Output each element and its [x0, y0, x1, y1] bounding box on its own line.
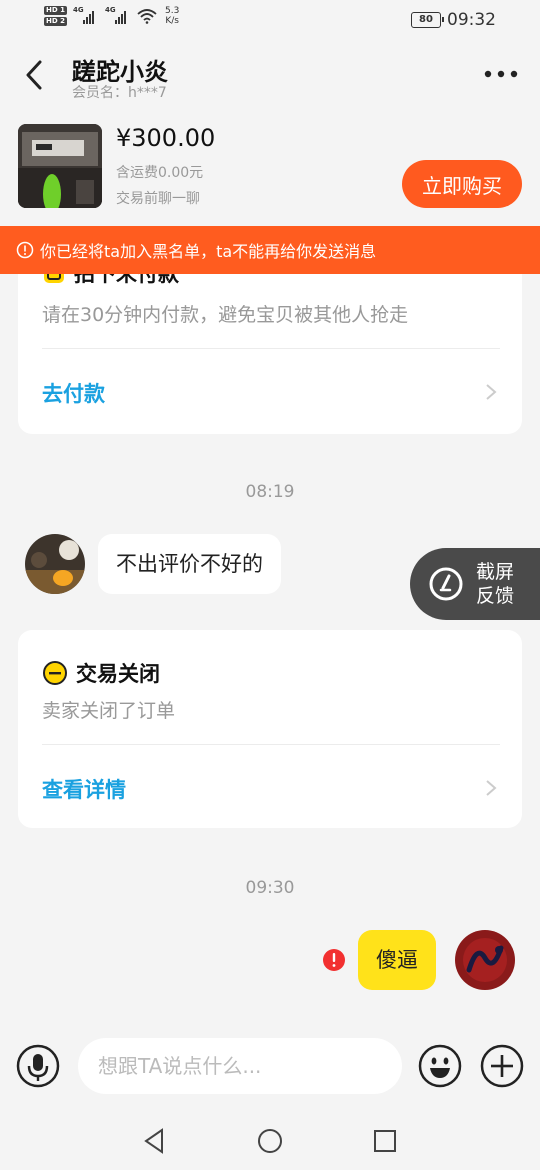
chat-header: 蹉跎小炎 会员名：h***7 — [0, 40, 540, 110]
banner-text: 你已经将ta加入黑名单，ta不能再给你发送消息 — [40, 242, 377, 261]
shipping-fee: 含运费0.00元 — [116, 165, 204, 181]
status-right: 80 09:32 — [411, 10, 496, 30]
feedback-icon — [429, 567, 463, 601]
emoji-icon[interactable] — [418, 1044, 462, 1088]
clock: 09:32 — [447, 10, 496, 30]
signal-icon-2: 4G — [105, 6, 131, 26]
more-options-icon[interactable] — [484, 70, 518, 78]
warning-icon — [16, 241, 34, 259]
card-description: 请在30分钟内付款，避免宝贝被其他人抢走 — [42, 304, 409, 326]
avatar-image — [25, 534, 85, 594]
hd-badges: HD 1 HD 2 — [44, 6, 67, 26]
back-arrow-icon[interactable] — [20, 58, 48, 92]
wifi-icon — [137, 9, 157, 24]
blocked-banner: 你已经将ta加入黑名单，ta不能再给你发送消息 — [0, 226, 540, 274]
trade-closed-card: 交易关闭 卖家关闭了订单 查看详情 — [18, 630, 522, 828]
battery-icon: 80 — [411, 12, 444, 28]
signal-icon: 4G — [73, 6, 99, 26]
network-speed: 5.3 K/s — [164, 6, 180, 26]
timestamp: 08:19 — [245, 482, 295, 502]
view-details-link[interactable]: 查看详情 — [42, 774, 126, 804]
product-thumbnail[interactable] — [18, 124, 102, 208]
nav-recents-icon[interactable] — [370, 1126, 400, 1156]
system-nav-bar — [0, 1110, 540, 1170]
add-icon[interactable] — [480, 1044, 524, 1088]
my-avatar[interactable] — [455, 930, 515, 990]
message-input-bar — [0, 1030, 540, 1110]
hd2-badge: HD 2 — [44, 17, 67, 26]
card-divider — [42, 348, 500, 349]
status-bar: HD 1 HD 2 4G 4G 5.3 K/s 80 09:32 — [0, 0, 540, 40]
seller-avatar[interactable] — [25, 534, 85, 594]
feedback-label: 截屏反馈 — [476, 561, 515, 607]
product-image — [18, 124, 102, 208]
product-price: ¥300.00 — [116, 124, 216, 152]
product-summary: ¥300.00 含运费0.00元 交易前聊一聊 立即购买 — [0, 118, 540, 226]
microphone-icon[interactable] — [16, 1044, 60, 1088]
chevron-right-icon — [486, 780, 497, 796]
avatar-image — [455, 930, 515, 990]
nav-back-icon[interactable] — [140, 1126, 170, 1156]
incoming-message[interactable]: 不出评价不好的 — [98, 534, 281, 594]
status-left: HD 1 HD 2 4G 4G 5.3 K/s — [44, 6, 179, 26]
outgoing-message[interactable]: 傻逼 — [358, 930, 436, 990]
message-input[interactable] — [78, 1038, 402, 1094]
card-divider — [42, 744, 500, 745]
go-pay-link[interactable]: 去付款 — [42, 378, 105, 408]
card-header: 交易关闭 — [42, 658, 160, 688]
card-title: 交易关闭 — [76, 662, 160, 686]
pre-trade-note: 交易前聊一聊 — [116, 191, 200, 207]
chevron-right-icon — [486, 384, 497, 400]
nav-home-icon[interactable] — [255, 1126, 285, 1156]
hd1-badge: HD 1 — [44, 6, 67, 15]
send-failed-icon[interactable] — [322, 948, 346, 972]
screenshot-feedback-button[interactable]: 截屏反馈 — [410, 548, 540, 620]
member-name: 会员名：h***7 — [72, 85, 167, 101]
timestamp: 09:30 — [245, 878, 295, 898]
buy-now-button[interactable]: 立即购买 — [402, 160, 522, 208]
card-description: 卖家关闭了订单 — [42, 700, 176, 722]
closed-icon — [43, 661, 67, 685]
